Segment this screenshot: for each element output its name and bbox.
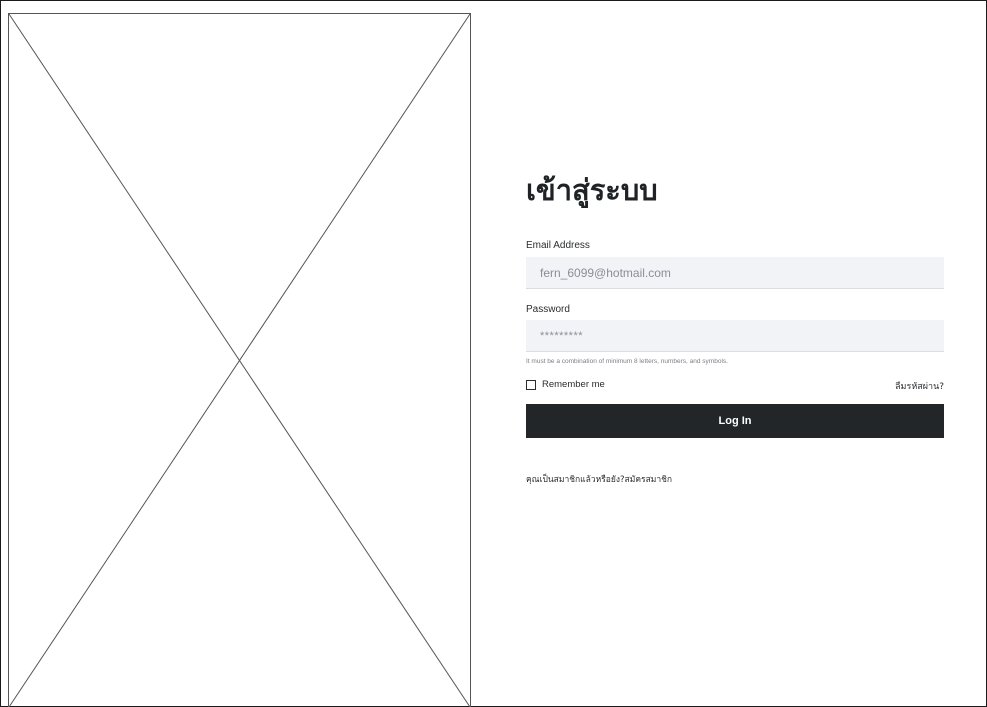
signup-row: คุณเป็นสมาชิกแล้วหรือยัง?สมัครสมาชิก xyxy=(526,472,672,486)
remember-me-label: Remember me xyxy=(542,379,605,390)
page-title: เข้าสู่ระบบ xyxy=(526,173,658,207)
email-field[interactable] xyxy=(526,257,944,289)
forgot-password-link[interactable]: ลืมรหัสผ่าน? xyxy=(895,379,944,393)
login-button[interactable]: Log In xyxy=(526,404,944,438)
password-field[interactable] xyxy=(526,320,944,352)
password-hint: It must be a combination of minimum 8 le… xyxy=(526,358,728,365)
login-form: เข้าสู่ระบบ Email Address Password It mu… xyxy=(526,170,944,485)
remember-me-checkbox[interactable] xyxy=(526,379,536,390)
signup-link[interactable]: สมัครสมาชิก xyxy=(625,475,673,485)
image-placeholder-icon xyxy=(8,13,471,707)
password-label: Password xyxy=(526,304,570,315)
remember-me-toggle[interactable]: Remember me xyxy=(526,379,605,390)
signup-prompt: คุณเป็นสมาชิกแล้วหรือยัง? xyxy=(526,475,625,485)
email-label: Email Address xyxy=(526,240,590,251)
